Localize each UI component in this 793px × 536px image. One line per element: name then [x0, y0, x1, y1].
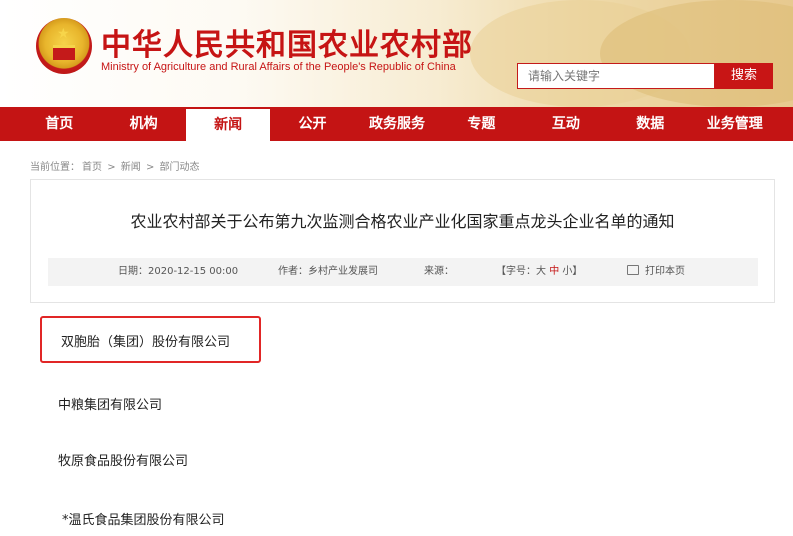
nav-item-8[interactable]: 业务管理 — [693, 107, 777, 141]
nav-item-1[interactable]: 机构 — [101, 107, 185, 141]
search-button[interactable]: 搜索 — [715, 63, 773, 89]
article-card: 农业农村部关于公布第九次监测合格农业产业化国家重点龙头企业名单的通知 日期：20… — [30, 179, 775, 303]
print-label: 打印本页 — [645, 266, 685, 277]
breadcrumb: 当前位置： 首页 > 新闻 > 部门动态 — [30, 158, 202, 173]
printer-icon — [627, 265, 639, 275]
font-size-control: 【字号：大 中 小】 — [496, 258, 582, 286]
site-header: ★ 中华人民共和国农业农村部 Ministry of Agriculture a… — [0, 0, 793, 107]
nav-list: 首页 机构 新闻 公开 政务服务 专题 互动 数据 业务管理 — [17, 107, 777, 141]
date-value: 2020-12-15 00:00 — [148, 266, 239, 277]
nav-item-6[interactable]: 互动 — [524, 107, 608, 141]
list-item: 中粮集团有限公司 — [58, 398, 163, 413]
breadcrumb-prefix: 当前位置： — [30, 162, 80, 173]
print-page-link[interactable]: 打印本页 — [627, 258, 685, 286]
author-label: 作者： — [278, 266, 308, 277]
font-size-medium[interactable]: 中 — [549, 266, 559, 277]
main-nav: 首页 机构 新闻 公开 政务服务 专题 互动 数据 业务管理 — [0, 107, 793, 141]
breadcrumb-department-news[interactable]: 部门动态 — [160, 162, 200, 173]
list-item: 双胞胎（集团）股份有限公司 — [61, 335, 231, 350]
font-size-small[interactable]: 小 — [562, 266, 572, 277]
search-input[interactable] — [517, 63, 715, 89]
list-item: *温氏食品集团股份有限公司 — [62, 513, 225, 528]
article-title: 农业农村部关于公布第九次监测合格农业产业化国家重点龙头企业名单的通知 — [130, 212, 675, 231]
font-size-label: 【字号： — [496, 266, 536, 277]
article-author: 作者：乡村产业发展司 — [278, 258, 378, 286]
nav-item-2[interactable]: 新闻 — [185, 109, 271, 141]
list-item: 牧原食品股份有限公司 — [58, 454, 189, 469]
site-subtitle: Ministry of Agriculture and Rural Affair… — [101, 61, 456, 73]
nav-item-4[interactable]: 政务服务 — [355, 107, 439, 141]
breadcrumb-sep: > — [107, 162, 116, 173]
font-size-large[interactable]: 大 — [536, 266, 546, 277]
nav-item-7[interactable]: 数据 — [608, 107, 692, 141]
breadcrumb-news[interactable]: 新闻 — [121, 162, 141, 173]
breadcrumb-sep: > — [145, 162, 155, 173]
source-label: 来源： — [424, 266, 454, 277]
breadcrumb-home[interactable]: 首页 — [82, 162, 102, 173]
date-label: 日期： — [118, 266, 148, 277]
nav-item-3[interactable]: 公开 — [270, 107, 354, 141]
nav-item-5[interactable]: 专题 — [439, 107, 523, 141]
site-title[interactable]: 中华人民共和国农业农村部 — [101, 20, 473, 64]
article-date: 日期：2020-12-15 00:00 — [118, 258, 238, 286]
font-size-close: 】 — [572, 266, 583, 277]
article-source: 来源： — [424, 258, 454, 286]
national-emblem-icon[interactable]: ★ — [36, 18, 92, 74]
nav-item-0[interactable]: 首页 — [17, 107, 101, 141]
article-meta-bar: 日期：2020-12-15 00:00 作者：乡村产业发展司 来源： 【字号：大… — [48, 258, 758, 286]
author-value: 乡村产业发展司 — [308, 266, 378, 277]
